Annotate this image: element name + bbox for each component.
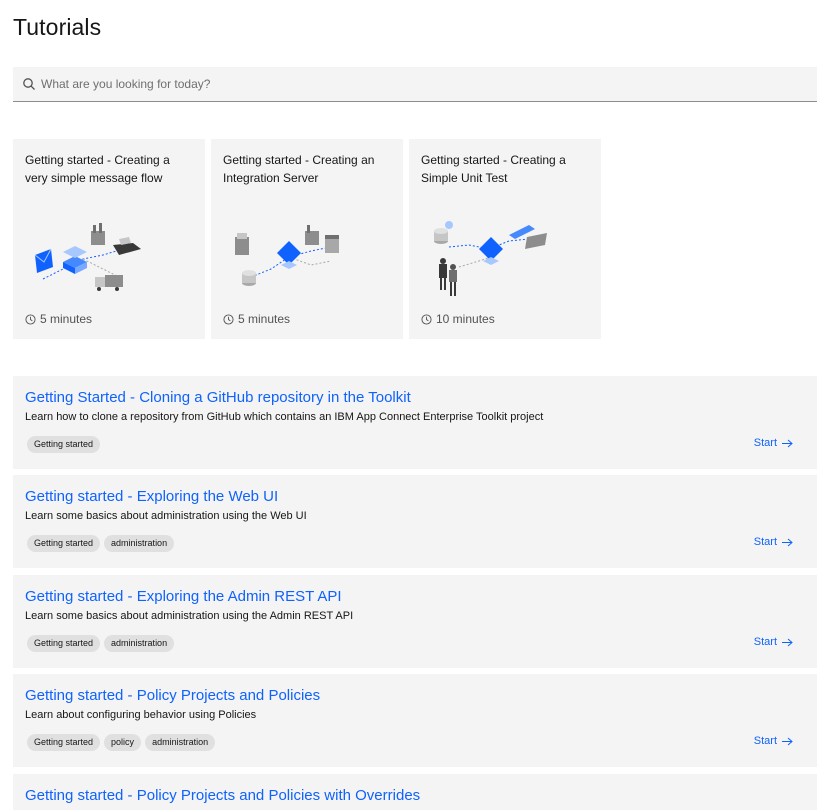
arrow-right-icon bbox=[782, 737, 793, 745]
tutorial-card[interactable]: Getting started - Creating an Integratio… bbox=[211, 139, 403, 339]
tag: Getting started bbox=[27, 734, 101, 751]
card-duration: 10 minutes bbox=[421, 312, 495, 326]
tutorial-title-link[interactable]: Getting started - Exploring the Web UI bbox=[25, 487, 805, 507]
tag-list: Getting started policy administration bbox=[27, 734, 216, 751]
start-button[interactable]: Start bbox=[754, 437, 793, 449]
duration-text: 10 minutes bbox=[436, 312, 495, 326]
tag: Getting started bbox=[27, 535, 101, 552]
tutorial-description: Learn some basics about administration u… bbox=[25, 510, 307, 522]
unit-test-illustration bbox=[434, 221, 547, 296]
message-flow-illustration bbox=[34, 223, 141, 291]
clock-icon bbox=[223, 313, 234, 325]
card-title: Getting started - Creating an Integratio… bbox=[223, 153, 375, 185]
start-button[interactable]: Start bbox=[754, 636, 793, 648]
tutorial-title-link[interactable]: Getting started - Policy Projects and Po… bbox=[25, 786, 805, 806]
tag-list: Getting started administration bbox=[27, 535, 175, 552]
tutorial-description: Learn some basics about administration u… bbox=[25, 610, 354, 622]
tutorial-card[interactable]: Getting started - Creating a Simple Unit… bbox=[409, 139, 601, 339]
clock-icon bbox=[421, 313, 432, 325]
card-title: Getting started - Creating a very simple… bbox=[25, 153, 170, 185]
tutorial-row: Getting started - Exploring the Admin RE… bbox=[13, 575, 817, 668]
tutorial-row: Getting started - Policy Projects and Po… bbox=[13, 674, 817, 767]
tutorial-title-link[interactable]: Getting started - Exploring the Admin RE… bbox=[25, 587, 805, 607]
tag-list: Getting started administration bbox=[27, 635, 175, 652]
arrow-right-icon bbox=[782, 638, 793, 646]
tutorial-row: Getting Started - Cloning a GitHub repos… bbox=[13, 376, 817, 469]
card-duration: 5 minutes bbox=[223, 312, 290, 326]
card-title: Getting started - Creating a Simple Unit… bbox=[421, 153, 566, 185]
clock-icon bbox=[25, 313, 36, 325]
duration-text: 5 minutes bbox=[238, 312, 291, 326]
duration-text: 5 minutes bbox=[40, 312, 93, 326]
tutorial-title-link[interactable]: Getting started - Policy Projects and Po… bbox=[25, 686, 805, 706]
start-button[interactable]: Start bbox=[754, 536, 793, 548]
tag: administration bbox=[104, 635, 175, 652]
tag: administration bbox=[104, 535, 175, 552]
start-label: Start bbox=[753, 735, 777, 747]
tag: administration bbox=[145, 734, 216, 751]
tag: Getting started bbox=[27, 436, 101, 453]
tag-list: Getting started bbox=[27, 436, 101, 453]
start-button[interactable]: Start bbox=[754, 735, 793, 747]
tutorial-title-link[interactable]: Getting Started - Cloning a GitHub repos… bbox=[25, 388, 805, 408]
start-label: Start bbox=[753, 636, 777, 648]
search-bar[interactable] bbox=[13, 67, 817, 102]
tutorial-description: Learn about configuring behavior using P… bbox=[25, 709, 257, 721]
tag: policy bbox=[104, 734, 142, 751]
tag: Getting started bbox=[27, 635, 101, 652]
arrow-right-icon bbox=[782, 538, 793, 546]
search-icon bbox=[22, 77, 36, 91]
integration-server-illustration bbox=[235, 225, 339, 286]
tutorial-row: Getting started - Policy Projects and Po… bbox=[13, 774, 817, 810]
start-label: Start bbox=[753, 437, 777, 449]
card-duration: 5 minutes bbox=[25, 312, 92, 326]
search-input[interactable] bbox=[41, 77, 781, 91]
start-label: Start bbox=[753, 536, 777, 548]
arrow-right-icon bbox=[782, 439, 793, 447]
tutorial-description: Learn how to clone a repository from Git… bbox=[25, 411, 544, 423]
page-title: Tutorials bbox=[13, 14, 102, 40]
tutorial-row: Getting started - Exploring the Web UI L… bbox=[13, 475, 817, 568]
tutorial-card[interactable]: Getting started - Creating a very simple… bbox=[13, 139, 205, 339]
